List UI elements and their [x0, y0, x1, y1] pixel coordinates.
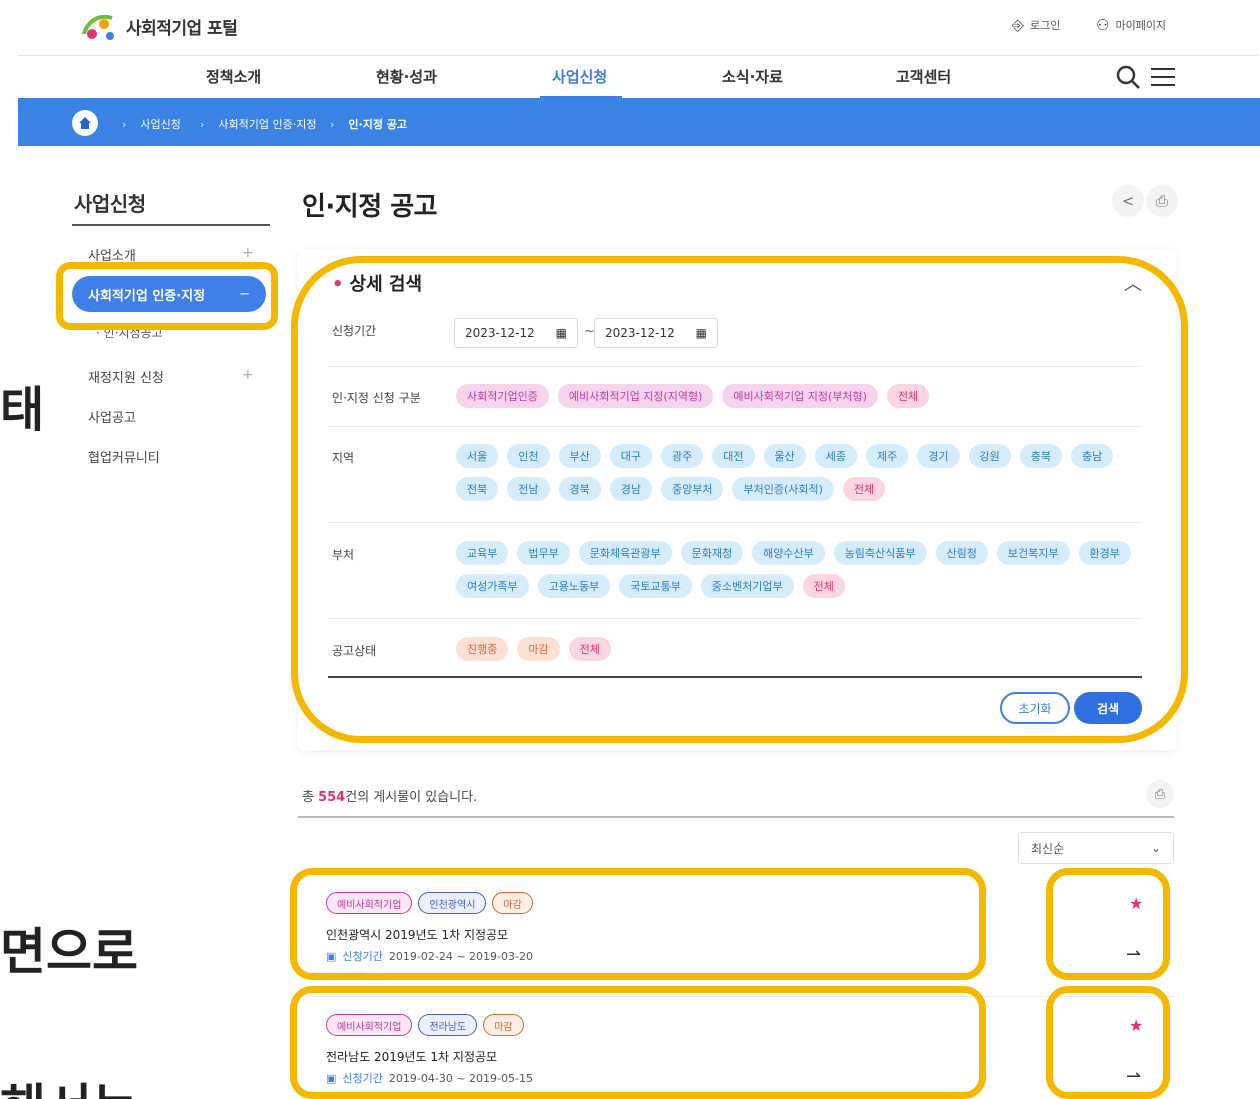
highlight-box-search — [291, 256, 1188, 743]
gnb-item-news[interactable]: 소식·자료 — [722, 66, 783, 87]
login-label: 로그인 — [1030, 19, 1061, 32]
list-divider — [298, 816, 1174, 818]
download-icon: ⎙ — [1154, 786, 1166, 802]
share-button[interactable]: < — [1112, 185, 1144, 217]
logo-icon[interactable] — [78, 10, 118, 44]
lnb-title: 사업신청 — [74, 192, 146, 216]
page-title: 인·지정 공고 — [302, 192, 438, 222]
mypage-link[interactable]: ⚇ 마이페이지 — [1096, 16, 1166, 34]
highlight-box-item — [290, 986, 986, 1099]
print-button[interactable]: ⎙ — [1146, 185, 1178, 217]
logo-text[interactable]: 사회적기업 포털 — [126, 14, 238, 39]
mypage-label: 마이페이지 — [1115, 19, 1167, 32]
lnb-item-notice[interactable]: 사업공고 — [88, 407, 136, 426]
user-icon: ⚇ — [1096, 16, 1110, 34]
highlight-box-actions — [1046, 868, 1170, 980]
highlight-box-lnb — [56, 262, 278, 330]
gnb-item-policy[interactable]: 정책소개 — [206, 66, 261, 87]
login-link[interactable]: ⎆ 로그인 — [1012, 16, 1060, 34]
search-icon[interactable] — [1115, 64, 1141, 90]
breadcrumb-item-3[interactable]: › 인·지정 공고 — [330, 116, 407, 132]
menu-icon[interactable] — [1149, 64, 1177, 90]
side-text-fragment: 태 — [0, 382, 45, 438]
lnb-divider — [72, 224, 270, 226]
gnb-item-status[interactable]: 현황·성과 — [376, 66, 437, 87]
result-count: 총 554건의 게시물이 있습니다. — [302, 790, 478, 805]
breadcrumb-item-1[interactable]: › 사업신청 — [122, 116, 181, 132]
breadcrumb-item-2[interactable]: › 사회적기업 인증·지정 — [200, 116, 316, 132]
sort-select[interactable]: 최신순 ⌄ — [1018, 832, 1174, 864]
gnb-item-support[interactable]: 고객센터 — [896, 66, 951, 87]
expand-icon[interactable]: + — [242, 245, 254, 261]
lnb-item-community[interactable]: 협업커뮤니티 — [88, 447, 160, 466]
header-divider — [18, 55, 1258, 56]
highlight-box-actions — [1046, 986, 1170, 1099]
print-icon: ⎙ — [1155, 192, 1168, 210]
home-icon — [79, 117, 91, 129]
gnb-item-apply[interactable]: 사업신청 — [552, 66, 607, 87]
download-button[interactable]: ⎙ — [1146, 780, 1174, 808]
chevron-down-icon: ⌄ — [1150, 841, 1161, 855]
share-icon: < — [1121, 192, 1135, 210]
login-icon: ⎆ — [1012, 16, 1025, 34]
side-text-fragment: 면으로 — [0, 923, 138, 981]
expand-icon[interactable]: + — [242, 367, 254, 383]
highlight-box-item — [290, 868, 986, 980]
side-text-fragment: 해서는 — [0, 1068, 138, 1099]
lnb-item-finance[interactable]: 재정지원 신청 — [88, 367, 164, 386]
home-button[interactable] — [72, 110, 98, 136]
